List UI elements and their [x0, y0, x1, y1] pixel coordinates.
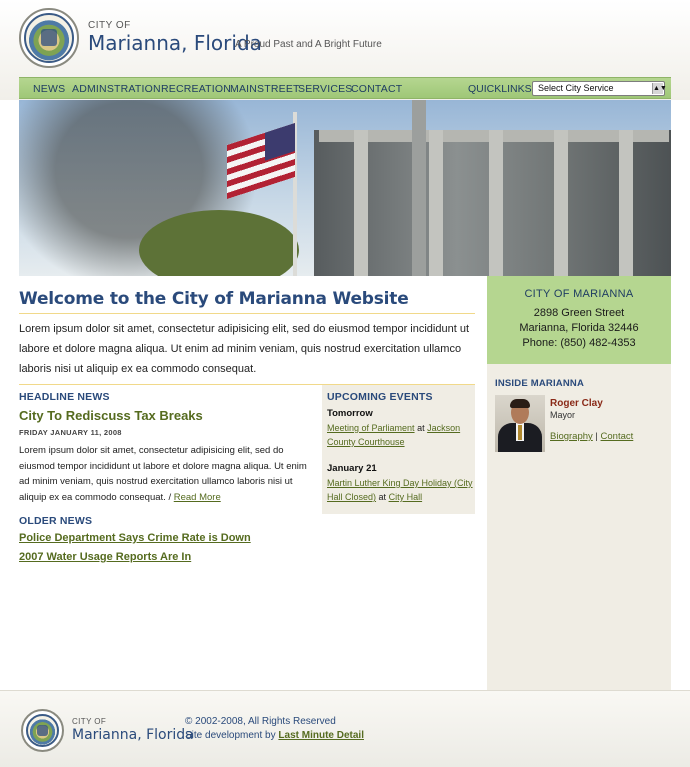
- city-seal-logo[interactable]: [19, 8, 79, 68]
- older-news-heading: OLDER NEWS: [19, 515, 93, 527]
- headline-title-link[interactable]: City To Rediscuss Tax Breaks: [19, 408, 203, 423]
- intro-paragraph: Lorem ipsum dolor sit amet, consectetur …: [19, 323, 470, 375]
- event-link[interactable]: Meeting of Parliament: [327, 423, 415, 433]
- biography-link[interactable]: Biography: [550, 431, 593, 442]
- mayor-photo: [495, 395, 545, 452]
- title-divider: [19, 313, 475, 314]
- mayor-name: Roger Clay: [550, 398, 603, 409]
- older-news-link[interactable]: 2007 Water Usage Reports Are In: [19, 551, 191, 563]
- contact-title: CITY OF MARIANNA: [524, 288, 634, 300]
- nav-administration[interactable]: ADMINSTRATION: [72, 83, 161, 95]
- event-item: Martin Luther King Day Holiday (City Hal…: [327, 478, 473, 502]
- site-credit: Site development by Last Minute Detail: [185, 730, 364, 741]
- nav-mainstreet[interactable]: MAINSTREET: [230, 83, 300, 95]
- event-item: Meeting of Parliament at Jackson County …: [327, 423, 461, 447]
- contact-mayor-link[interactable]: Contact: [601, 431, 634, 442]
- site-footer: CITY OF Marianna, Florida © 2002-2008, A…: [0, 690, 690, 767]
- sidebar: CITY OF MARIANNA 2898 Green Street Maria…: [487, 276, 671, 690]
- page-title: Welcome to the City of Marianna Website: [19, 289, 409, 309]
- site-tagline: A Proud Past and A Bright Future: [235, 39, 382, 50]
- headline-body: Lorem ipsum dolor sit amet, consectetur …: [19, 443, 315, 505]
- nav-recreation[interactable]: RECREATION: [161, 83, 231, 95]
- headline-body-text: Lorem ipsum dolor sit amet, consectetur …: [19, 445, 307, 503]
- mayor-links: Biography | Contact: [550, 431, 633, 442]
- city-seal-logo-footer[interactable]: [21, 709, 64, 752]
- select-arrow-icon: ▲▼: [652, 83, 667, 94]
- upcoming-events-heading: UPCOMING EVENTS: [327, 391, 433, 403]
- nav-news[interactable]: NEWS: [33, 83, 65, 95]
- event-day: Tomorrow: [327, 408, 373, 419]
- site-credit-prefix: Site development by: [185, 730, 276, 741]
- inside-marianna-heading: INSIDE MARIANNA: [495, 378, 585, 389]
- mayor-role: Mayor: [550, 410, 576, 420]
- city-service-select-value: Select City Service: [538, 83, 614, 93]
- upcoming-events-panel: UPCOMING EVENTS Tomorrow Meeting of Parl…: [322, 385, 475, 514]
- developer-link[interactable]: Last Minute Detail: [278, 730, 364, 741]
- city-contact-box: CITY OF MARIANNA 2898 Green Street Maria…: [487, 276, 671, 364]
- site-city-label: CITY OF: [88, 20, 131, 31]
- event-location-link[interactable]: City Hall: [389, 492, 423, 502]
- copyright-text: © 2002-2008, All Rights Reserved: [185, 716, 336, 727]
- footer-city-label: CITY OF: [72, 717, 107, 726]
- event-day: January 21: [327, 463, 377, 474]
- quicklinks-label: QUICKLINKS:: [468, 83, 535, 95]
- contact-phone: Phone: (850) 482-4353: [522, 337, 636, 349]
- headline-date: FRIDAY JANUARY 11, 2008: [19, 428, 122, 437]
- headline-news-heading: HEADLINE NEWS: [19, 391, 110, 403]
- read-more-link[interactable]: Read More: [174, 492, 221, 503]
- nav-services[interactable]: SERVICES: [298, 83, 353, 95]
- hero-photo-city-hall: [19, 100, 671, 276]
- nav-contact[interactable]: CONTACT: [351, 83, 402, 95]
- contact-city: Marianna, Florida 32446: [519, 322, 639, 334]
- footer-site-name: Marianna, Florida: [72, 727, 194, 743]
- older-news-link[interactable]: Police Department Says Crime Rate is Dow…: [19, 532, 251, 544]
- contact-street: 2898 Green Street: [533, 307, 625, 319]
- city-service-select[interactable]: Select City Service ▲▼: [532, 81, 667, 96]
- main-nav: NEWS ADMINSTRATION RECREATION MAINSTREET…: [19, 77, 671, 99]
- link-separator: |: [595, 431, 598, 442]
